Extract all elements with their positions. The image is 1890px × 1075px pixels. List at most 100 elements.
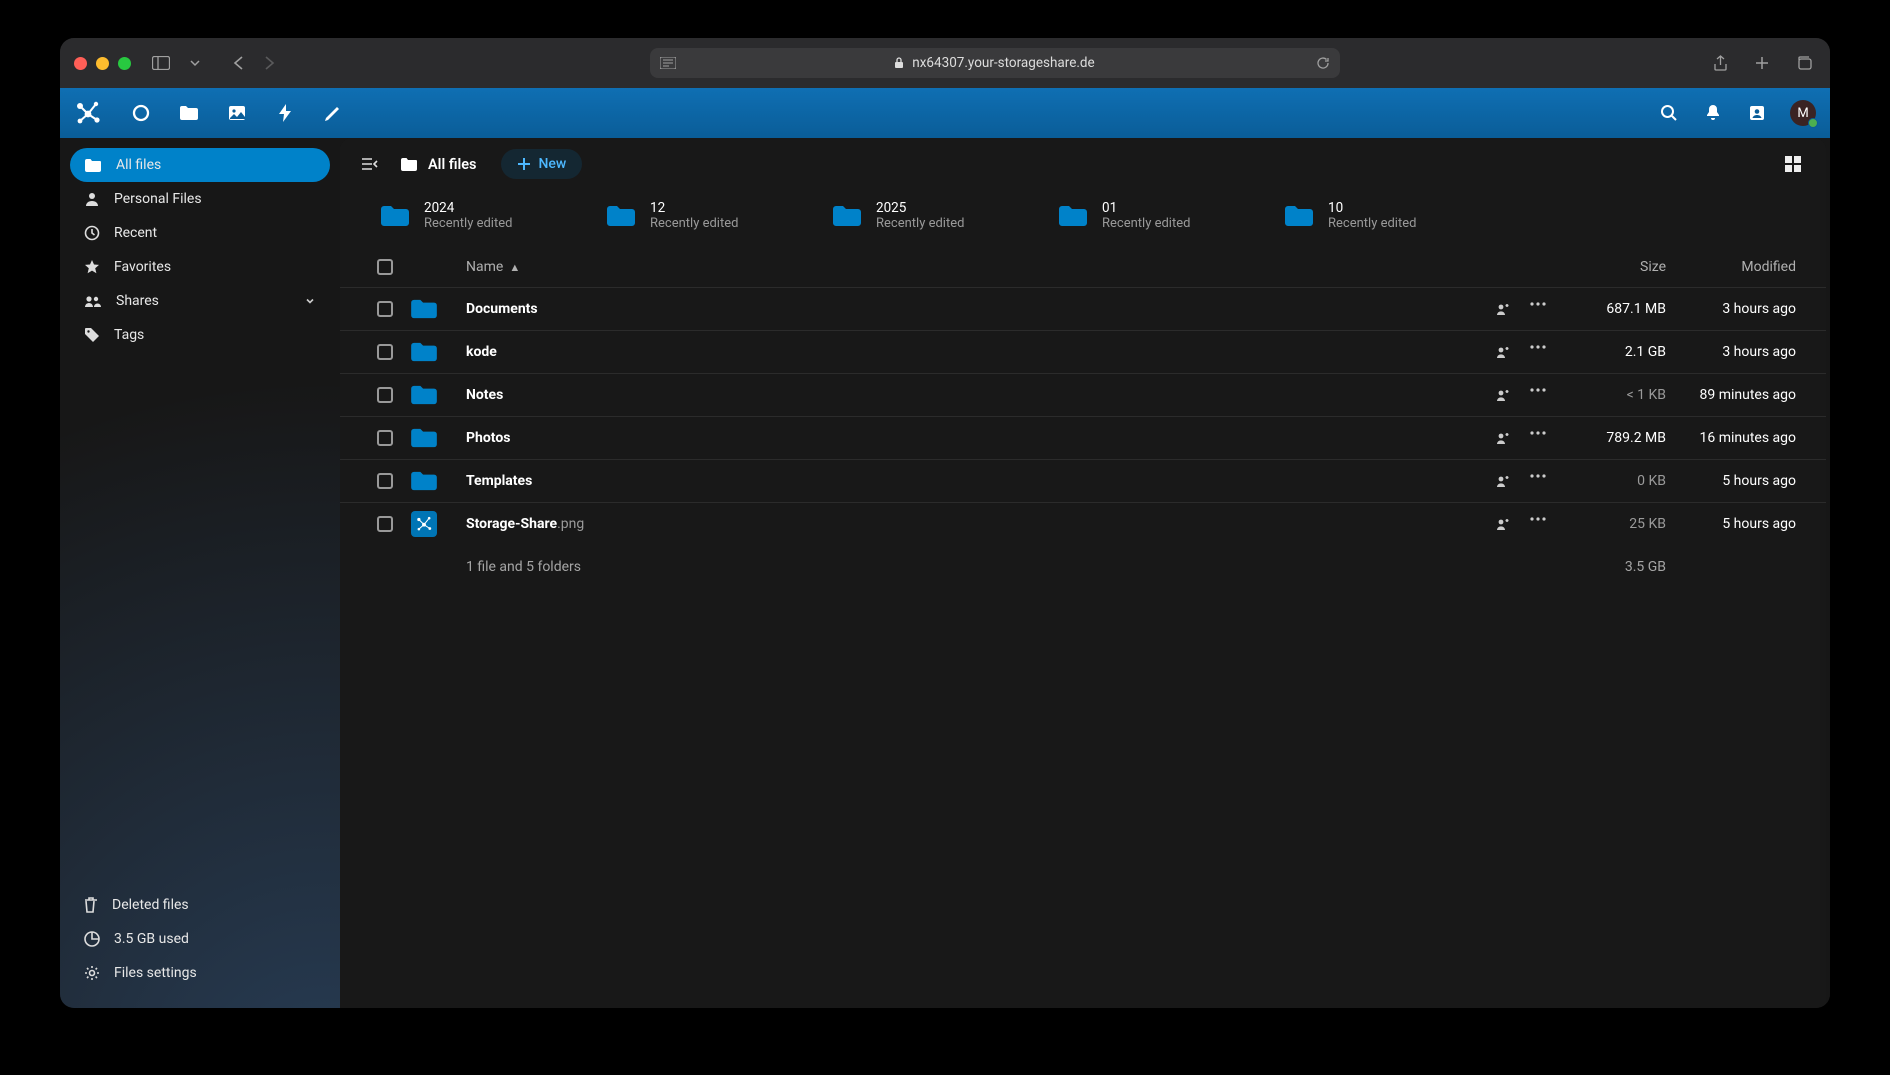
sidebar-item-all-files[interactable]: All files (70, 148, 330, 182)
table-row[interactable]: Documents 687.1 MB 3 hours ago (340, 287, 1826, 330)
sidebar-item-label: Personal Files (114, 191, 202, 207)
sidebar-item-recent[interactable]: Recent (70, 216, 330, 250)
more-actions-icon[interactable] (1530, 388, 1546, 402)
recent-folder[interactable]: 2024Recently edited (380, 200, 580, 231)
notes-icon[interactable] (322, 102, 344, 124)
back-button[interactable] (227, 51, 251, 75)
more-actions-icon[interactable] (1530, 345, 1546, 359)
file-size: 789.2 MB (1546, 430, 1666, 446)
file-size: 687.1 MB (1546, 301, 1666, 317)
checkbox-all[interactable] (377, 259, 393, 275)
folder-icon (410, 341, 438, 363)
recent-folder[interactable]: 10Recently edited (1284, 200, 1484, 231)
folder-icon (410, 427, 438, 449)
file-size: < 1 KB (1546, 387, 1666, 403)
minimize-window-button[interactable] (96, 57, 109, 70)
add-share-icon[interactable] (1496, 431, 1512, 445)
sidebar-item-personal[interactable]: Personal Files (70, 182, 330, 216)
search-icon[interactable] (1658, 102, 1680, 124)
add-share-icon[interactable] (1496, 302, 1512, 316)
recent-folder[interactable]: 01Recently edited (1058, 200, 1258, 231)
recent-subtitle: Recently edited (1102, 216, 1190, 231)
column-header-modified[interactable]: Modified (1666, 259, 1806, 275)
file-modified: 5 hours ago (1666, 516, 1806, 532)
folder-icon (84, 158, 102, 173)
browser-chrome: nx64307.your-storageshare.de (60, 38, 1830, 88)
recent-name: 12 (650, 200, 738, 216)
checkbox[interactable] (377, 387, 393, 403)
checkbox[interactable] (377, 301, 393, 317)
app-logo-icon[interactable] (74, 100, 102, 126)
sidebar-item-label: Recent (114, 225, 157, 241)
view-toggle-button[interactable] (1784, 155, 1810, 173)
new-tab-icon[interactable] (1750, 51, 1774, 75)
recent-folder[interactable]: 12Recently edited (606, 200, 806, 231)
table-row[interactable]: kode 2.1 GB 3 hours ago (340, 330, 1826, 373)
file-name: Photos (466, 430, 510, 446)
add-share-icon[interactable] (1496, 517, 1512, 531)
sidebar-item-tags[interactable]: Tags (70, 318, 330, 352)
notifications-icon[interactable] (1702, 102, 1724, 124)
recent-folder[interactable]: 2025Recently edited (832, 200, 1032, 231)
summary-text: 1 file and 5 folders (466, 559, 581, 575)
breadcrumb[interactable]: All files (400, 156, 477, 173)
checkbox[interactable] (377, 344, 393, 360)
folder-icon (410, 384, 438, 406)
sidebar-item-favorites[interactable]: Favorites (70, 250, 330, 284)
dashboard-icon[interactable] (130, 102, 152, 124)
table-row[interactable]: Notes < 1 KB 89 minutes ago (340, 373, 1826, 416)
add-share-icon[interactable] (1496, 474, 1512, 488)
photos-icon[interactable] (226, 102, 248, 124)
folder-icon (410, 298, 438, 320)
checkbox[interactable] (377, 430, 393, 446)
checkbox[interactable] (377, 473, 393, 489)
collapse-sidebar-button[interactable] (356, 151, 382, 177)
file-size: 2.1 GB (1546, 344, 1666, 360)
recent-subtitle: Recently edited (1328, 216, 1416, 231)
file-name: Templates (466, 473, 532, 489)
sidebar-deleted-files[interactable]: Deleted files (70, 888, 330, 922)
recent-name: 01 (1102, 200, 1190, 216)
main-toolbar: All files New (340, 138, 1826, 190)
recent-name: 2024 (424, 200, 512, 216)
activity-icon[interactable] (274, 102, 296, 124)
close-window-button[interactable] (74, 57, 87, 70)
file-modified: 3 hours ago (1666, 344, 1806, 360)
reader-icon[interactable] (660, 57, 676, 69)
add-share-icon[interactable] (1496, 388, 1512, 402)
maximize-window-button[interactable] (118, 57, 131, 70)
sidebar-storage-used[interactable]: 3.5 GB used (70, 922, 330, 956)
forward-button[interactable] (257, 51, 281, 75)
folder-icon (1058, 204, 1088, 228)
table-row[interactable]: Templates 0 KB 5 hours ago (340, 459, 1826, 502)
column-header-name[interactable]: Name ▲ (466, 259, 1426, 275)
more-actions-icon[interactable] (1530, 302, 1546, 316)
sidebar-toggle-icon[interactable] (149, 51, 173, 75)
file-modified: 3 hours ago (1666, 301, 1806, 317)
address-bar[interactable]: nx64307.your-storageshare.de (650, 48, 1340, 78)
chevron-down-icon[interactable] (183, 51, 207, 75)
more-actions-icon[interactable] (1530, 431, 1546, 445)
add-share-icon[interactable] (1496, 345, 1512, 359)
files-icon[interactable] (178, 102, 200, 124)
sidebar-files-settings[interactable]: Files settings (70, 956, 330, 990)
tabs-overview-icon[interactable] (1792, 51, 1816, 75)
contacts-icon[interactable] (1746, 102, 1768, 124)
checkbox[interactable] (377, 516, 393, 532)
table-row[interactable]: Photos 789.2 MB 16 minutes ago (340, 416, 1826, 459)
column-header-size[interactable]: Size (1546, 259, 1666, 275)
folder-icon (380, 204, 410, 228)
main-panel: All files New 2024Recently edited12Recen… (340, 138, 1826, 1008)
more-actions-icon[interactable] (1530, 517, 1546, 531)
new-button[interactable]: New (501, 149, 583, 179)
more-actions-icon[interactable] (1530, 474, 1546, 488)
share-icon[interactable] (1708, 51, 1732, 75)
url-text: nx64307.your-storageshare.de (912, 55, 1094, 71)
file-name: Documents (466, 301, 538, 317)
avatar[interactable]: M (1790, 100, 1816, 126)
sidebar-item-shares[interactable]: Shares (70, 284, 330, 318)
table-row[interactable]: Storage-Share.png 25 KB 5 hours ago (340, 502, 1826, 545)
image-thumbnail-icon (411, 511, 437, 537)
reload-icon[interactable] (1316, 56, 1330, 70)
plus-icon (517, 157, 531, 171)
